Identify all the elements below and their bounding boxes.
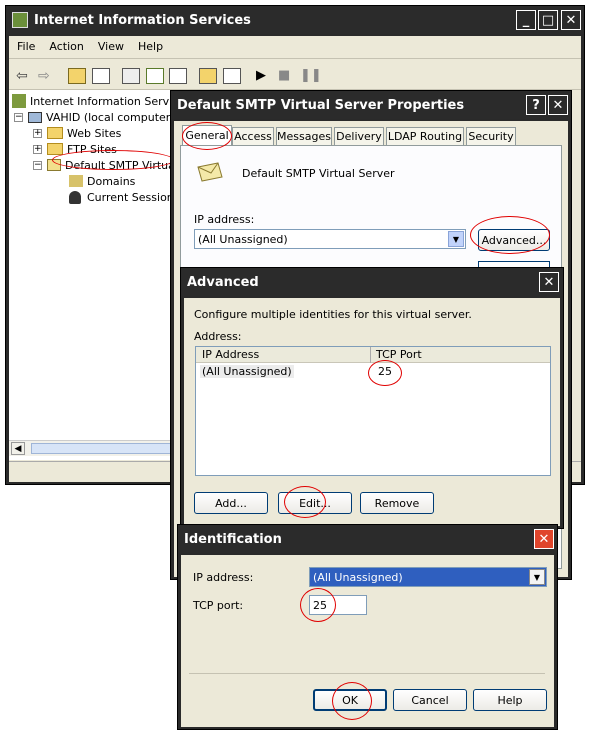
row-ip: (All Unassigned) — [200, 365, 294, 378]
folder-icon — [47, 127, 63, 139]
help-button[interactable]: Help — [473, 689, 547, 711]
add-button[interactable]: Add... — [194, 492, 268, 514]
address-label: Address: — [194, 330, 242, 343]
refresh-icon[interactable] — [146, 68, 164, 84]
smtp-server-icon — [47, 159, 61, 171]
cancel-button[interactable]: Cancel — [393, 689, 467, 711]
console-icon[interactable] — [223, 68, 241, 84]
tree-item-domains[interactable]: Domains — [69, 173, 135, 189]
properties-icon[interactable] — [122, 68, 140, 84]
tree-item-iis-root[interactable]: Internet Information Services — [12, 93, 191, 109]
folder-icon — [47, 143, 63, 155]
domains-icon — [69, 175, 83, 187]
forward-arrow-icon[interactable]: ⇨ — [38, 68, 56, 84]
ip-address-label: IP address: — [194, 213, 255, 226]
maximize-button[interactable]: □ — [538, 10, 558, 30]
ok-button[interactable]: OK — [313, 689, 387, 711]
column-divider — [370, 347, 371, 363]
advanced-title: Advanced — [187, 274, 259, 290]
advanced-close-button[interactable]: ✕ — [539, 272, 559, 292]
iis-titlebar[interactable]: Internet Information Services — [6, 6, 584, 34]
ident-ip-select[interactable]: (All Unassigned) ▼ — [309, 567, 547, 587]
identification-client: IP address: (All Unassigned) ▼ TCP port:… — [181, 555, 554, 727]
list-header: IP Address TCP Port — [196, 347, 550, 363]
advanced-description: Configure multiple identities for this v… — [194, 308, 472, 321]
advanced-titlebar[interactable]: Advanced — [181, 268, 563, 296]
tab-security[interactable]: Security — [466, 127, 516, 145]
remove-button[interactable]: Remove — [360, 492, 434, 514]
iis-app-icon — [12, 12, 28, 28]
pause-icon[interactable]: ❚❚ — [300, 68, 322, 84]
menu-view[interactable]: View — [98, 40, 124, 56]
table-row[interactable]: (All Unassigned) 25 — [196, 364, 550, 380]
expand-icon[interactable]: + — [33, 144, 42, 154]
edit-button[interactable]: Edit... — [278, 492, 352, 514]
stop-icon[interactable]: ■ — [278, 68, 296, 84]
back-arrow-icon[interactable]: ⇦ — [16, 68, 34, 84]
ident-divider — [189, 673, 545, 674]
tree-item-computer[interactable]: − VAHID (local computer) — [14, 109, 175, 125]
column-ip-address[interactable]: IP Address — [202, 348, 370, 361]
server-name: Default SMTP Virtual Server — [242, 167, 395, 180]
properties-title: Default SMTP Virtual Server Properties — [177, 97, 465, 113]
collapse-icon[interactable]: − — [14, 112, 23, 122]
menu-file[interactable]: File — [17, 40, 35, 56]
show-tree-icon[interactable] — [92, 68, 110, 84]
advanced-client: Configure multiple identities for this v… — [184, 298, 560, 526]
ident-port-field[interactable]: 25 — [309, 595, 367, 615]
tree-item-web-sites[interactable]: + Web Sites — [33, 125, 121, 141]
play-icon[interactable]: ▶ — [256, 68, 274, 84]
dropdown-arrow-icon[interactable]: ▼ — [529, 569, 545, 585]
minimize-button[interactable]: _ — [516, 10, 536, 30]
up-folder-icon[interactable] — [68, 68, 86, 84]
identification-close-button[interactable]: ✕ — [534, 529, 554, 549]
identification-titlebar[interactable]: Identification — [178, 525, 557, 553]
collapse-icon[interactable]: − — [33, 160, 42, 170]
export-list-icon[interactable] — [169, 68, 187, 84]
tab-general[interactable]: General — [182, 125, 232, 145]
tab-access[interactable]: Access — [232, 127, 274, 145]
menu-help[interactable]: Help — [138, 40, 163, 56]
menu-action[interactable]: Action — [49, 40, 83, 56]
identification-dialog: Identification ✕ IP address: (All Unassi… — [177, 524, 558, 730]
computer-icon — [28, 111, 42, 123]
column-tcp-port[interactable]: TCP Port — [376, 348, 422, 361]
advanced-dialog: Advanced ✕ Configure multiple identities… — [180, 267, 564, 529]
iis-title: Internet Information Services — [34, 12, 251, 28]
properties-help-button[interactable]: ? — [526, 95, 546, 115]
ip-address-select[interactable]: (All Unassigned) ▼ — [194, 229, 466, 249]
tab-messages[interactable]: Messages — [276, 127, 332, 145]
tree-scrollbar[interactable]: ◀ — [9, 440, 177, 456]
dropdown-arrow-icon[interactable]: ▼ — [448, 231, 464, 247]
close-button[interactable]: ✕ — [561, 10, 581, 30]
identification-title: Identification — [184, 531, 282, 547]
iis-root-icon — [12, 94, 26, 108]
row-port: 25 — [378, 365, 392, 378]
properties-titlebar[interactable]: Default SMTP Virtual Server Properties — [171, 91, 571, 119]
smtp-envelope-icon — [196, 161, 224, 183]
properties-close-button[interactable]: ✕ — [548, 95, 568, 115]
help-icon[interactable] — [199, 68, 217, 84]
tab-ldap-routing[interactable]: LDAP Routing — [386, 127, 464, 145]
advanced-button[interactable]: Advanced... — [478, 229, 550, 251]
tree-item-ftp-sites[interactable]: + FTP Sites — [33, 141, 117, 157]
tree-item-smtp[interactable]: − Default SMTP Virtual — [33, 157, 178, 173]
menubar-divider — [9, 58, 581, 59]
sessions-icon — [69, 190, 81, 204]
menubar: File Action View Help — [17, 40, 177, 56]
ident-ip-label: IP address: — [193, 571, 254, 584]
address-list[interactable]: IP Address TCP Port (All Unassigned) 25 — [195, 346, 551, 476]
tree-pane: Internet Information Services − VAHID (l… — [9, 90, 191, 460]
ident-port-label: TCP port: — [193, 599, 244, 612]
tab-delivery[interactable]: Delivery — [334, 127, 384, 145]
scroll-thumb[interactable] — [31, 443, 171, 454]
expand-icon[interactable]: + — [33, 128, 42, 138]
scroll-left-icon[interactable]: ◀ — [11, 442, 25, 455]
tree-item-sessions[interactable]: Current Sessions — [69, 189, 180, 205]
